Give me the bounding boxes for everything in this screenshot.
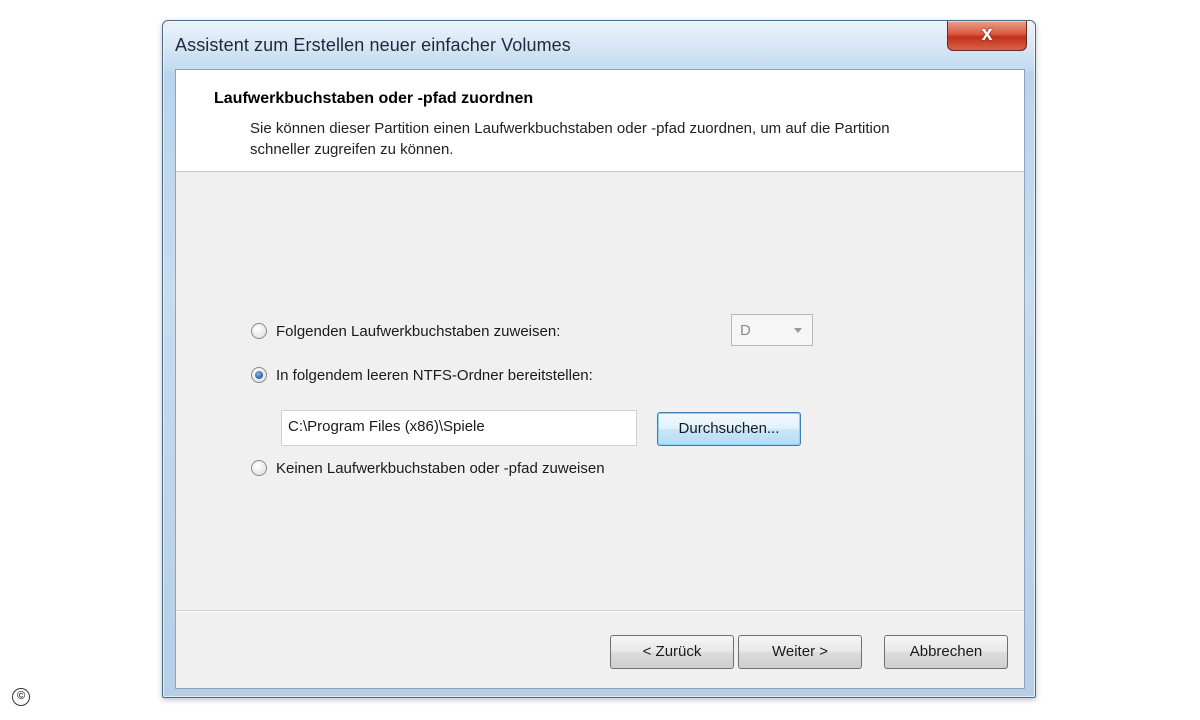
window-title: Assistent zum Erstellen neuer einfacher …	[175, 35, 571, 55]
page-title: Laufwerkbuchstaben oder -pfad zuordnen	[214, 90, 534, 107]
drive-letter-select[interactable]: D	[731, 314, 813, 346]
close-button[interactable]: x	[947, 21, 1027, 51]
title-bar[interactable]: Assistent zum Erstellen neuer einfacher …	[163, 21, 1035, 69]
next-button[interactable]: Weiter >	[738, 635, 862, 669]
wizard-window: Assistent zum Erstellen neuer einfacher …	[162, 20, 1036, 698]
radio-assign-letter[interactable]	[251, 323, 267, 339]
close-icon: x	[981, 23, 993, 45]
page-description: Sie können dieser Partition einen Laufwe…	[250, 120, 890, 158]
back-button[interactable]: < Zurück	[610, 635, 734, 669]
radio-mount-folder[interactable]	[251, 367, 267, 383]
footer-separator	[176, 610, 1024, 612]
browse-button[interactable]: Durchsuchen...	[657, 412, 801, 446]
radio-no-assign[interactable]	[251, 460, 267, 476]
folder-path-input[interactable]: C:\Program Files (x86)\Spiele	[281, 410, 637, 446]
wizard-client-area: Laufwerkbuchstaben oder -pfad zuordnen S…	[175, 69, 1025, 689]
copyright-icon: ©	[12, 688, 30, 706]
cancel-button[interactable]: Abbrechen	[884, 635, 1008, 669]
label-assign-letter[interactable]: Folgenden Laufwerkbuchstaben zuweisen:	[276, 323, 560, 340]
label-mount-folder[interactable]: In folgendem leeren NTFS-Ordner bereitst…	[276, 367, 593, 384]
screenshot-stage: Assistent zum Erstellen neuer einfacher …	[0, 0, 1200, 720]
folder-path-value: C:\Program Files (x86)\Spiele	[288, 418, 485, 435]
chevron-down-icon	[794, 328, 802, 333]
wizard-header: Laufwerkbuchstaben oder -pfad zuordnen S…	[176, 70, 1024, 172]
label-no-assign[interactable]: Keinen Laufwerkbuchstaben oder -pfad zuw…	[276, 460, 605, 477]
wizard-body: Folgenden Laufwerkbuchstaben zuweisen: D…	[176, 172, 1024, 610]
drive-letter-value: D	[740, 322, 751, 339]
